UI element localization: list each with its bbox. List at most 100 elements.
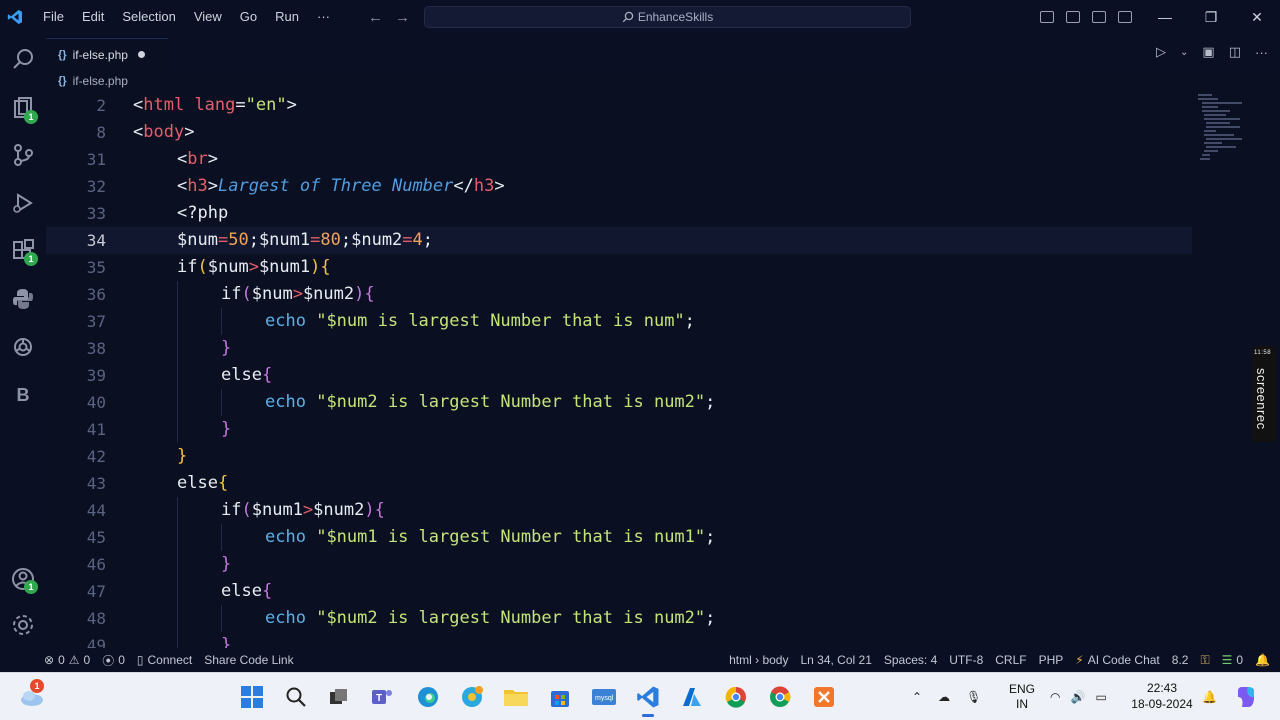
mysql-workbench-icon[interactable]: mysql xyxy=(590,683,618,711)
line-number[interactable]: 47 xyxy=(46,578,106,605)
code-text[interactable]: <?php xyxy=(177,200,228,227)
code-line[interactable]: 48 echo "$num2 is largest Number that is … xyxy=(46,605,1192,632)
code-line[interactable]: 41} xyxy=(46,416,1192,443)
line-number[interactable]: 35 xyxy=(46,254,106,281)
store-icon[interactable] xyxy=(546,683,574,711)
share-code-link[interactable]: Share Code Link xyxy=(198,653,299,667)
line-number[interactable]: 49 xyxy=(46,632,106,648)
code-line[interactable]: 39 else{ xyxy=(46,362,1192,389)
code-line[interactable]: 46} xyxy=(46,551,1192,578)
python-icon[interactable] xyxy=(8,284,38,314)
menu-run[interactable]: Run xyxy=(266,0,308,34)
code-line[interactable]: 36 if($num>$num2){ xyxy=(46,281,1192,308)
code-text[interactable]: } xyxy=(221,632,231,648)
code-text[interactable]: echo "$num is largest Number that is num… xyxy=(265,308,695,335)
vscode-taskbar-icon[interactable] xyxy=(634,683,662,717)
restore-icon[interactable]: ❐ xyxy=(1188,9,1234,26)
taskbar-search-icon[interactable] xyxy=(282,683,310,711)
show-hidden-icons-icon[interactable]: ⌃ xyxy=(912,690,922,704)
forward-arrow-icon[interactable]: → xyxy=(395,9,410,26)
toggle-primary-sidebar-icon[interactable] xyxy=(1040,11,1054,23)
ai-code-chat[interactable]: ⚡ AI Code Chat xyxy=(1069,653,1165,667)
code-text[interactable]: <html lang="en"> xyxy=(133,92,297,119)
run-file-icon[interactable]: ▷ xyxy=(1156,44,1166,60)
start-windows-icon[interactable] xyxy=(238,683,266,711)
system-clock[interactable]: 22:43 18-09-2024 xyxy=(1128,680,1196,712)
openai-icon[interactable] xyxy=(8,332,38,362)
line-number[interactable]: 42 xyxy=(46,443,106,470)
onedrive-icon[interactable]: ☁ xyxy=(938,690,950,704)
blackbox-icon[interactable]: B xyxy=(8,380,38,410)
encoding[interactable]: UTF-8 xyxy=(943,653,989,667)
status-breadcrumb[interactable]: html › body xyxy=(723,653,794,667)
copilot-icon[interactable] xyxy=(1232,683,1260,711)
wifi-icon[interactable]: ◠ xyxy=(1050,690,1060,704)
code-text[interactable]: if($num>$num2){ xyxy=(221,281,375,308)
code-editor[interactable]: 2 <html lang="en"> 8 <body> 31 <br> 32 <h3>Larg… xyxy=(46,92,1192,648)
code-line[interactable]: 34 $num=50;$num1=80;$num2=4; xyxy=(46,227,1192,254)
xampp-icon[interactable] xyxy=(810,683,838,711)
code-text[interactable]: echo "$num1 is largest Number that is nu… xyxy=(265,524,715,551)
menu-selection[interactable]: Selection xyxy=(113,0,184,34)
volume-icon[interactable]: 🔊 xyxy=(1070,690,1085,704)
back-arrow-icon[interactable]: ← xyxy=(368,9,383,26)
chevron-down-icon[interactable]: ⌄ xyxy=(1180,47,1188,58)
code-line[interactable]: 31 <br> xyxy=(46,146,1192,173)
line-number[interactable]: 43 xyxy=(46,470,106,497)
code-line[interactable]: 42} xyxy=(46,443,1192,470)
problems-status[interactable]: ⊗ 0 ⚠ 0 xyxy=(38,653,96,667)
code-line[interactable]: 32 <h3>Largest of Three Number</h3> xyxy=(46,173,1192,200)
breadcrumb-file[interactable]: if-else.php xyxy=(73,74,128,88)
chrome-profile-icon[interactable] xyxy=(722,683,750,711)
menu-file[interactable]: File xyxy=(34,0,73,34)
toggle-secondary-sidebar-icon[interactable] xyxy=(1092,11,1106,23)
code-text[interactable]: else{ xyxy=(177,470,228,497)
line-number[interactable]: 40 xyxy=(46,389,106,416)
menu-more[interactable]: ··· xyxy=(308,0,339,34)
key-icon[interactable]: ⚿ xyxy=(1194,653,1215,668)
edge-icon[interactable] xyxy=(414,683,442,711)
language-mode[interactable]: PHP xyxy=(1033,653,1070,667)
ports-status[interactable]: ⦿ 0 xyxy=(96,652,131,669)
close-icon[interactable]: ✕ xyxy=(1234,9,1280,26)
connect-status[interactable]: ▯ Connect xyxy=(131,653,198,667)
code-text[interactable]: $num=50;$num1=80;$num2=4; xyxy=(177,227,433,254)
code-line[interactable]: 47 else{ xyxy=(46,578,1192,605)
customize-layout-icon[interactable] xyxy=(1118,11,1132,23)
line-number[interactable]: 45 xyxy=(46,524,106,551)
toggle-panel-icon[interactable] xyxy=(1066,11,1080,23)
php-version[interactable]: 8.2 xyxy=(1166,653,1195,667)
notification-bell-icon[interactable]: 🔔 xyxy=(1202,690,1217,704)
code-text[interactable]: else{ xyxy=(221,362,272,389)
code-text[interactable]: } xyxy=(221,335,231,362)
chrome-icon[interactable] xyxy=(766,683,794,711)
code-line[interactable]: 33 <?php xyxy=(46,200,1192,227)
code-text[interactable]: } xyxy=(221,416,231,443)
run-debug-icon[interactable] xyxy=(8,188,38,218)
settings-gear-icon[interactable] xyxy=(8,610,38,640)
file-explorer-icon[interactable] xyxy=(502,683,530,711)
bell-icon[interactable]: 🔔 xyxy=(1249,653,1276,667)
line-number[interactable]: 8 xyxy=(46,119,106,146)
notification-status[interactable]: ☰ 0 xyxy=(1216,653,1249,667)
split-editor-icon[interactable]: ◫ xyxy=(1229,44,1241,60)
code-line[interactable]: 43 else{ xyxy=(46,470,1192,497)
command-center[interactable]: EnhanceSkills xyxy=(424,6,911,28)
code-text[interactable]: } xyxy=(221,551,231,578)
line-number[interactable]: 38 xyxy=(46,335,106,362)
microphone-icon[interactable]: 🎙 xyxy=(966,690,981,704)
code-line[interactable]: 37 echo "$num is largest Number that is n… xyxy=(46,308,1192,335)
azure-icon[interactable] xyxy=(678,683,706,711)
search-icon[interactable] xyxy=(8,44,38,74)
code-text[interactable]: <br> xyxy=(177,146,218,173)
code-line[interactable]: 35 if($num>$num1){ xyxy=(46,254,1192,281)
open-preview-icon[interactable]: ▣ xyxy=(1202,44,1214,60)
line-number[interactable]: 32 xyxy=(46,173,106,200)
code-text[interactable]: if($num1>$num2){ xyxy=(221,497,385,524)
line-number[interactable]: 36 xyxy=(46,281,106,308)
unsaved-dot-icon[interactable] xyxy=(137,51,145,58)
task-view-icon[interactable] xyxy=(324,683,352,711)
code-text[interactable]: else{ xyxy=(221,578,272,605)
line-number[interactable]: 31 xyxy=(46,146,106,173)
code-line[interactable]: 8 <body> xyxy=(46,119,1192,146)
